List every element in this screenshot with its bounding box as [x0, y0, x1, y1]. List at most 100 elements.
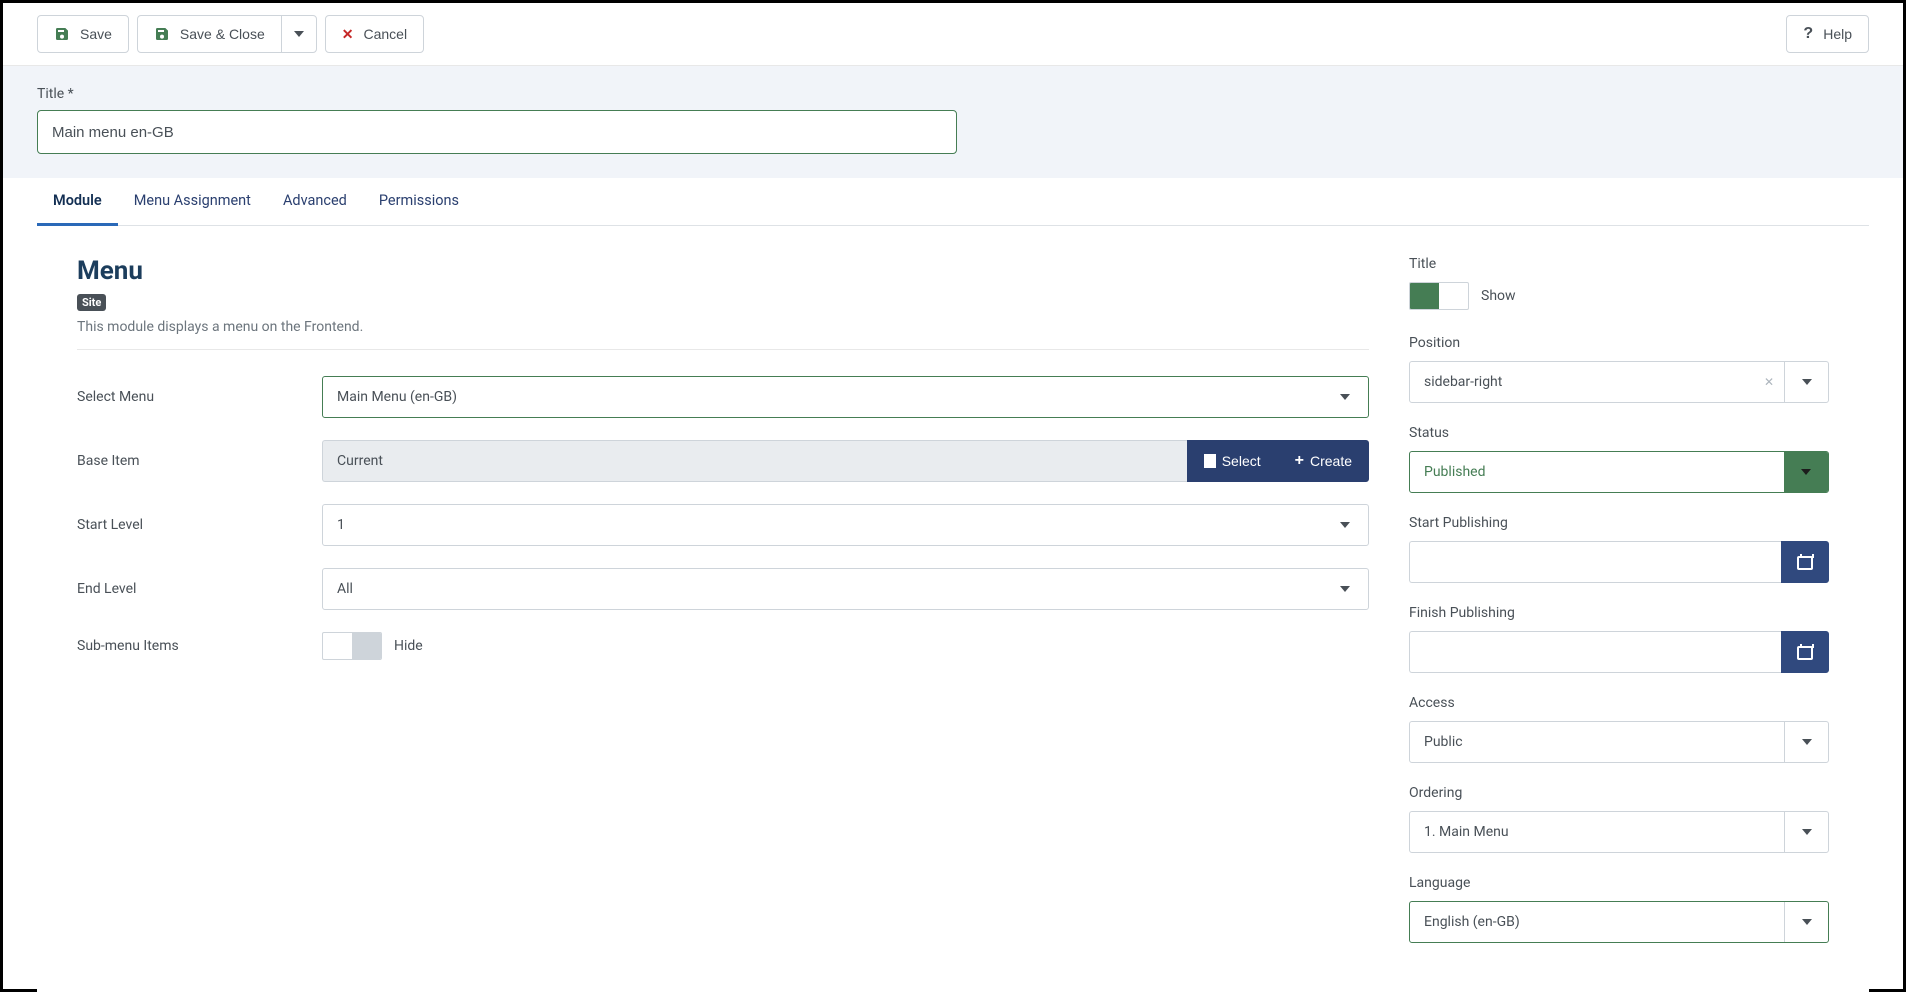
start-level-value: 1 — [337, 517, 345, 533]
base-item-value: Current — [322, 440, 1187, 482]
status-select[interactable]: Published — [1409, 451, 1829, 493]
help-button[interactable]: ? Help — [1786, 15, 1869, 53]
ordering-value: 1. Main Menu — [1410, 824, 1784, 840]
row-select-menu: Select Menu Main Menu (en-GB) — [77, 376, 1369, 418]
save-close-button[interactable]: Save & Close — [137, 15, 282, 53]
chevron-down-icon — [1340, 522, 1350, 528]
site-badge: Site — [77, 294, 106, 311]
access-value: Public — [1410, 734, 1784, 750]
title-label: Title * — [37, 86, 1869, 102]
submenu-switch-label: Hide — [394, 638, 423, 654]
tab-permissions[interactable]: Permissions — [363, 178, 475, 225]
chevron-down-icon — [1340, 586, 1350, 592]
start-publishing-input[interactable] — [1409, 541, 1781, 583]
base-item-create-button[interactable]: + Create — [1278, 440, 1369, 482]
chevron-down-icon — [1801, 469, 1811, 475]
side-access: Access Public — [1409, 695, 1829, 763]
tab-advanced[interactable]: Advanced — [267, 178, 363, 225]
start-level-dropdown[interactable]: 1 — [322, 504, 1369, 546]
title-input[interactable] — [37, 110, 957, 154]
row-start-level: Start Level 1 — [77, 504, 1369, 546]
side-label-ordering: Ordering — [1409, 785, 1829, 801]
side-label-access: Access — [1409, 695, 1829, 711]
side-label-title: Title — [1409, 256, 1829, 272]
side-label-position: Position — [1409, 335, 1829, 351]
calendar-icon — [1797, 554, 1813, 570]
side-ordering: Ordering 1. Main Menu — [1409, 785, 1829, 853]
save-label: Save — [80, 26, 112, 42]
chevron-down-icon — [1802, 739, 1812, 745]
ordering-select[interactable]: 1. Main Menu — [1409, 811, 1829, 853]
title-toggle[interactable] — [1409, 282, 1469, 310]
side-title: Title Show — [1409, 256, 1829, 313]
main-column: Menu Site This module displays a menu on… — [77, 256, 1369, 965]
finish-publishing-input[interactable] — [1409, 631, 1781, 673]
module-heading: Menu — [77, 256, 1369, 286]
position-value: sidebar-right — [1410, 374, 1754, 390]
save-dropdown-button[interactable] — [281, 15, 317, 53]
status-dropdown-toggle[interactable] — [1784, 452, 1828, 492]
cancel-label: Cancel — [363, 26, 407, 42]
save-icon — [154, 26, 170, 42]
module-description: This module displays a menu on the Front… — [77, 319, 1369, 335]
select-btn-label: Select — [1222, 453, 1261, 469]
content-area: Module Menu Assignment Advanced Permissi… — [37, 178, 1869, 995]
file-icon — [1204, 454, 1216, 468]
tabs: Module Menu Assignment Advanced Permissi… — [37, 178, 1869, 226]
start-publishing-calendar-button[interactable] — [1781, 541, 1829, 583]
close-icon: ✕ — [342, 26, 354, 43]
calendar-icon — [1797, 644, 1813, 660]
label-base-item: Base Item — [77, 453, 322, 469]
access-select[interactable]: Public — [1409, 721, 1829, 763]
end-level-value: All — [337, 581, 353, 597]
label-end-level: End Level — [77, 581, 322, 597]
position-dropdown-toggle[interactable] — [1784, 362, 1828, 402]
sidebar-column: Title Show Position sidebar-right ✕ — [1409, 256, 1829, 965]
side-position: Position sidebar-right ✕ — [1409, 335, 1829, 403]
chevron-down-icon — [1802, 829, 1812, 835]
chevron-down-icon — [1802, 919, 1812, 925]
tab-menu-assignment[interactable]: Menu Assignment — [118, 178, 267, 225]
label-start-level: Start Level — [77, 517, 322, 533]
chevron-down-icon — [1802, 379, 1812, 385]
save-button[interactable]: Save — [37, 15, 129, 53]
save-close-label: Save & Close — [180, 26, 265, 42]
row-base-item: Base Item Current Select + Create — [77, 440, 1369, 482]
title-switch-label: Show — [1481, 288, 1516, 304]
label-select-menu: Select Menu — [77, 389, 322, 405]
toolbar: Save Save & Close ✕ Cancel ? Help — [3, 3, 1903, 66]
tab-body: Menu Site This module displays a menu on… — [37, 226, 1869, 995]
side-finish-publishing: Finish Publishing — [1409, 605, 1829, 673]
side-language: Language English (en-GB) — [1409, 875, 1829, 943]
separator — [77, 349, 1369, 350]
label-submenu: Sub-menu Items — [77, 638, 322, 654]
tab-module[interactable]: Module — [37, 178, 118, 226]
help-label: Help — [1823, 26, 1852, 42]
position-select[interactable]: sidebar-right ✕ — [1409, 361, 1829, 403]
row-end-level: End Level All — [77, 568, 1369, 610]
language-value: English (en-GB) — [1410, 914, 1784, 930]
create-btn-label: Create — [1310, 453, 1352, 469]
finish-publishing-calendar-button[interactable] — [1781, 631, 1829, 673]
base-item-select-button[interactable]: Select — [1187, 440, 1278, 482]
help-icon: ? — [1803, 25, 1813, 43]
save-icon — [54, 26, 70, 42]
plus-icon: + — [1295, 452, 1304, 470]
select-menu-value: Main Menu (en-GB) — [337, 389, 457, 405]
side-label-finish-pub: Finish Publishing — [1409, 605, 1829, 621]
submenu-toggle[interactable] — [322, 632, 382, 660]
row-submenu: Sub-menu Items Hide — [77, 632, 1369, 660]
side-label-language: Language — [1409, 875, 1829, 891]
side-label-start-pub: Start Publishing — [1409, 515, 1829, 531]
side-label-status: Status — [1409, 425, 1829, 441]
status-value: Published — [1410, 464, 1784, 480]
clear-icon[interactable]: ✕ — [1754, 375, 1784, 389]
side-status: Status Published — [1409, 425, 1829, 493]
chevron-down-icon — [1340, 394, 1350, 400]
language-select[interactable]: English (en-GB) — [1409, 901, 1829, 943]
side-start-publishing: Start Publishing — [1409, 515, 1829, 583]
end-level-dropdown[interactable]: All — [322, 568, 1369, 610]
header-section: Title * — [3, 66, 1903, 178]
cancel-button[interactable]: ✕ Cancel — [325, 15, 424, 53]
select-menu-dropdown[interactable]: Main Menu (en-GB) — [322, 376, 1369, 418]
